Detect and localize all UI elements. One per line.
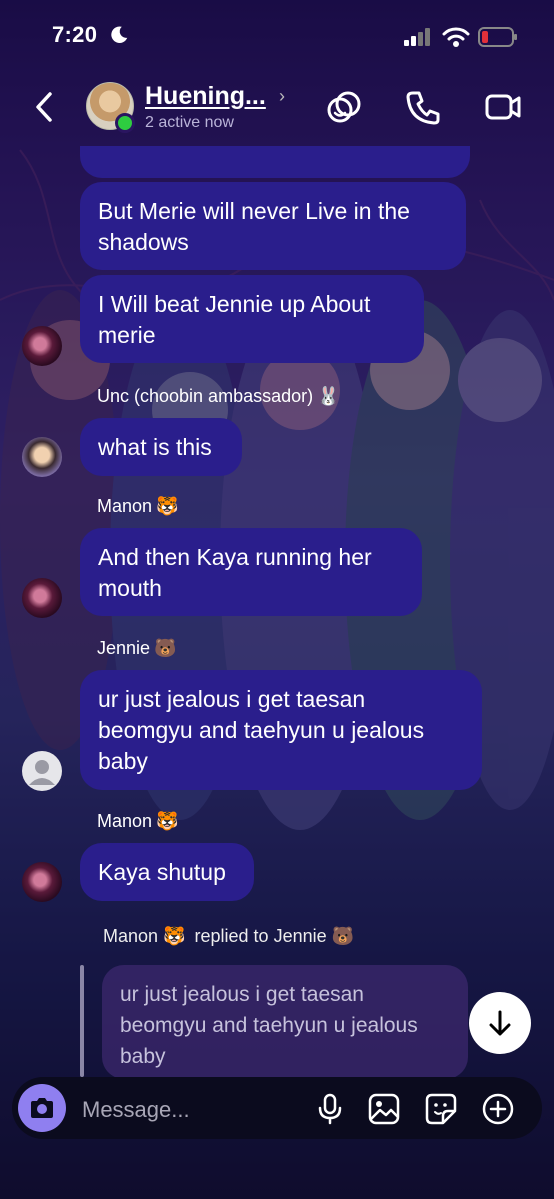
message-input[interactable] [80, 1094, 304, 1126]
sender-name: Unc (choobin ambassador) 🐰 [97, 386, 340, 406]
default-avatar[interactable] [22, 751, 62, 791]
sender-name: Manon 🐯 [97, 811, 179, 831]
message-text: Kaya shutup [98, 859, 226, 885]
sender-name: Jennie 🐻 [97, 638, 177, 658]
message-bubble[interactable]: But Merie will never Live in the shadows [80, 182, 466, 270]
group-chat-icon[interactable] [326, 88, 364, 126]
tiger-emoji: 🐯 [156, 496, 179, 516]
online-indicator [115, 113, 135, 133]
message-bubble[interactable]: Kaya shutup [80, 843, 254, 901]
active-status: 2 active now [145, 114, 234, 131]
sticker-icon[interactable] [424, 1092, 458, 1126]
scroll-to-bottom-button[interactable] [469, 992, 531, 1054]
chat-title[interactable]: Huening... [145, 82, 266, 111]
message-text: what is this [98, 434, 212, 460]
moon-icon [111, 26, 128, 43]
message-text: And then Kaya running her mouth [98, 544, 372, 601]
message-text: But Merie will never Live in the shadows [98, 198, 410, 255]
message-bubble[interactable]: I Will beat Jennie up About merie [80, 275, 424, 363]
sender-name: Manon 🐯 [97, 496, 179, 516]
image-icon[interactable] [367, 1092, 401, 1126]
message-bubble[interactable]: ur just jealous i get taesan beomgyu and… [80, 670, 482, 790]
rabbit-emoji: 🐰 [317, 386, 340, 406]
sender-avatar[interactable] [22, 862, 62, 902]
reply-quote-bar [80, 965, 84, 1077]
message-bubble[interactable]: And then Kaya running her mouth [80, 528, 422, 616]
sender-avatar[interactable] [22, 326, 62, 366]
back-chevron-icon[interactable] [30, 88, 60, 126]
camera-button[interactable] [18, 1084, 66, 1132]
bear-emoji: 🐻 [154, 638, 177, 658]
message-text: ur just jealous i get taesan beomgyu and… [98, 686, 425, 774]
tiger-emoji: 🐯 [163, 926, 186, 946]
phone-icon[interactable] [404, 88, 442, 126]
bear-emoji: 🐻 [331, 926, 355, 946]
person-icon [29, 760, 55, 785]
wifi-icon [442, 27, 470, 47]
cellular-signal-icon [404, 28, 430, 46]
plus-circle-icon[interactable] [481, 1092, 515, 1126]
camera-icon [31, 1098, 53, 1118]
video-camera-icon[interactable] [484, 88, 522, 126]
microphone-icon[interactable] [313, 1092, 347, 1126]
reply-label: Manon 🐯 replied to Jennie 🐻 [103, 926, 355, 946]
message-text: I Will beat Jennie up About merie [98, 291, 371, 348]
quoted-message[interactable]: ur just jealous i get taesan beomgyu and… [102, 965, 468, 1079]
sender-avatar[interactable] [22, 437, 62, 477]
message-bubble[interactable]: what is this [80, 418, 242, 476]
tiger-emoji: 🐯 [156, 811, 179, 831]
arrow-down-icon [489, 1010, 511, 1036]
chevron-right-icon[interactable]: › [279, 86, 285, 107]
status-time: 7:20 [52, 22, 98, 47]
battery-icon [478, 27, 517, 47]
sender-avatar[interactable] [22, 578, 62, 618]
